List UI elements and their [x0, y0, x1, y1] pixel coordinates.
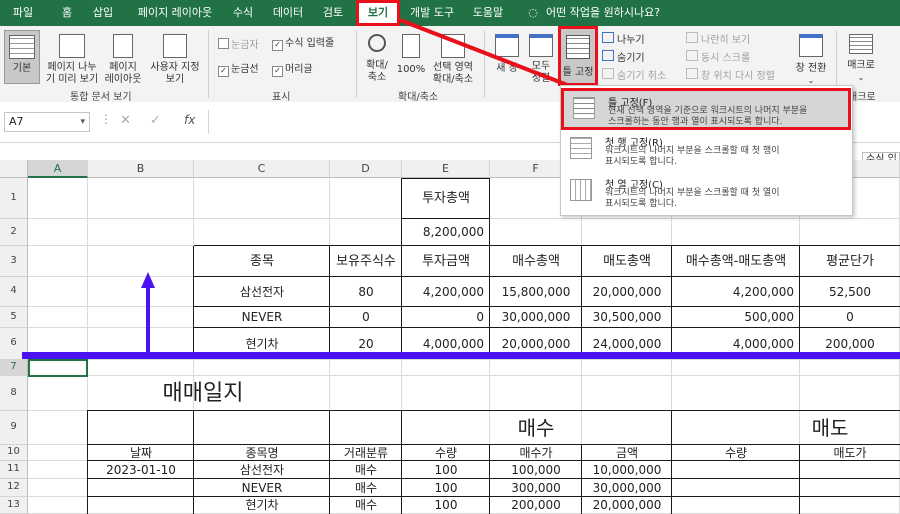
freeze-first-column-desc: 워크시트의 나머지 부분을 스크롤할 때 첫 열이 표시되도록 합니다. — [605, 188, 780, 209]
freeze-first-column-menu-item[interactable]: 첫 열 고정(C) 워크시트의 나머지 부분을 스크롤할 때 첫 열이 표시되도록… — [561, 173, 851, 213]
annotation-arrow-icon — [399, 18, 602, 100]
freeze-panes-icon — [573, 97, 595, 119]
freeze-top-row-desc: 워크시트의 나머지 부분을 스크롤할 때 첫 행이 표시되도록 합니다. — [605, 146, 780, 167]
freeze-panes-menu-item[interactable]: 틀 고정(F) 현재 선택 영역을 기준으로 워크시트의 나머지 부분을 스크롤하… — [561, 88, 851, 130]
freeze-first-column-icon — [570, 179, 592, 201]
freeze-top-row-icon — [570, 137, 592, 159]
freeze-panes-dropdown: 틀 고정(F) 현재 선택 영역을 기준으로 워크시트의 나머지 부분을 스크롤하… — [560, 85, 853, 216]
freeze-panes-desc: 현재 선택 영역을 기준으로 워크시트의 나머지 부분을 스크롤하는 동안 행과 … — [608, 106, 808, 127]
freeze-top-row-menu-item[interactable]: 첫 행 고정(R) 워크시트의 나머지 부분을 스크롤할 때 첫 행이 표시되도록… — [561, 131, 851, 171]
